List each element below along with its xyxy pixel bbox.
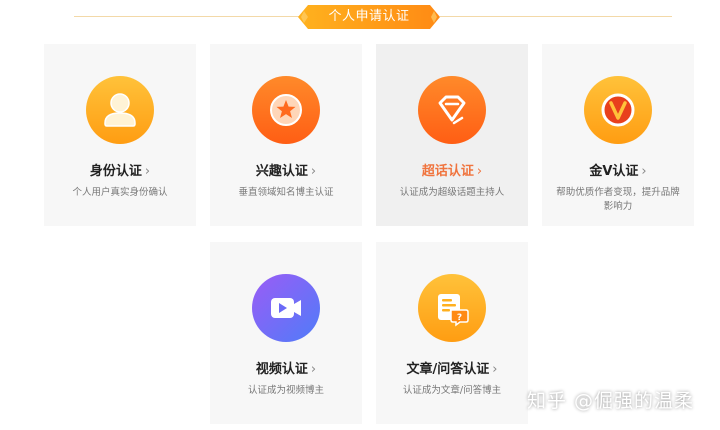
card-description: 帮助优质作者变现，提升品牌影响力 xyxy=(556,187,680,212)
svg-text:?: ? xyxy=(457,313,462,323)
card-description: 个人用户真实身份确认 xyxy=(72,187,168,198)
chevron-right-icon: › xyxy=(476,164,483,179)
section-header: 个人申请认证 xyxy=(298,5,440,29)
card-identity-verification[interactable]: 身份认证 › 个人用户真实身份确认 xyxy=(44,44,196,226)
card-title: 身份认证 xyxy=(89,164,142,179)
card-title: 兴趣认证 xyxy=(255,164,308,179)
v-badge-icon xyxy=(584,76,652,144)
card-video-verification[interactable]: 视频认证 › 认证成为视频博主 xyxy=(210,242,362,424)
card-interest-verification[interactable]: 兴趣认证 › 垂直领域知名博主认证 xyxy=(210,44,362,226)
card-title: 金V认证 xyxy=(589,164,639,179)
card-description: 认证成为超级话题主持人 xyxy=(399,187,505,198)
card-gold-v-verification[interactable]: 金V认证 › 帮助优质作者变现，提升品牌影响力 xyxy=(542,44,694,226)
card-description: 垂直领域知名博主认证 xyxy=(238,187,334,198)
chevron-right-icon: › xyxy=(310,362,317,377)
diamond-icon xyxy=(418,76,486,144)
header-divider-right xyxy=(440,16,672,17)
card-description: 认证成为文章/问答博主 xyxy=(402,385,502,396)
card-title: 视频认证 xyxy=(255,362,308,377)
card-title: 文章/问答认证 xyxy=(406,362,490,377)
header-divider-left xyxy=(74,16,300,17)
video-icon xyxy=(252,274,320,342)
chevron-right-icon: › xyxy=(310,164,317,179)
card-title: 超话认证 xyxy=(421,164,474,179)
chevron-right-icon: › xyxy=(492,362,498,377)
section-title: 个人申请认证 xyxy=(328,9,410,24)
chevron-right-icon: › xyxy=(144,164,151,179)
card-article-qa-verification[interactable]: ? 文章/问答认证 › 认证成为文章/问答博主 xyxy=(376,242,528,424)
card-super-topic-verification[interactable]: 超话认证 › 认证成为超级话题主持人 xyxy=(376,44,528,226)
card-description: 认证成为视频博主 xyxy=(247,385,324,396)
chevron-right-icon: › xyxy=(641,164,647,179)
user-icon xyxy=(86,76,154,144)
star-icon xyxy=(252,76,320,144)
watermark: 知乎 @倔强的温柔 xyxy=(527,390,695,412)
article-qa-icon: ? xyxy=(418,274,486,342)
